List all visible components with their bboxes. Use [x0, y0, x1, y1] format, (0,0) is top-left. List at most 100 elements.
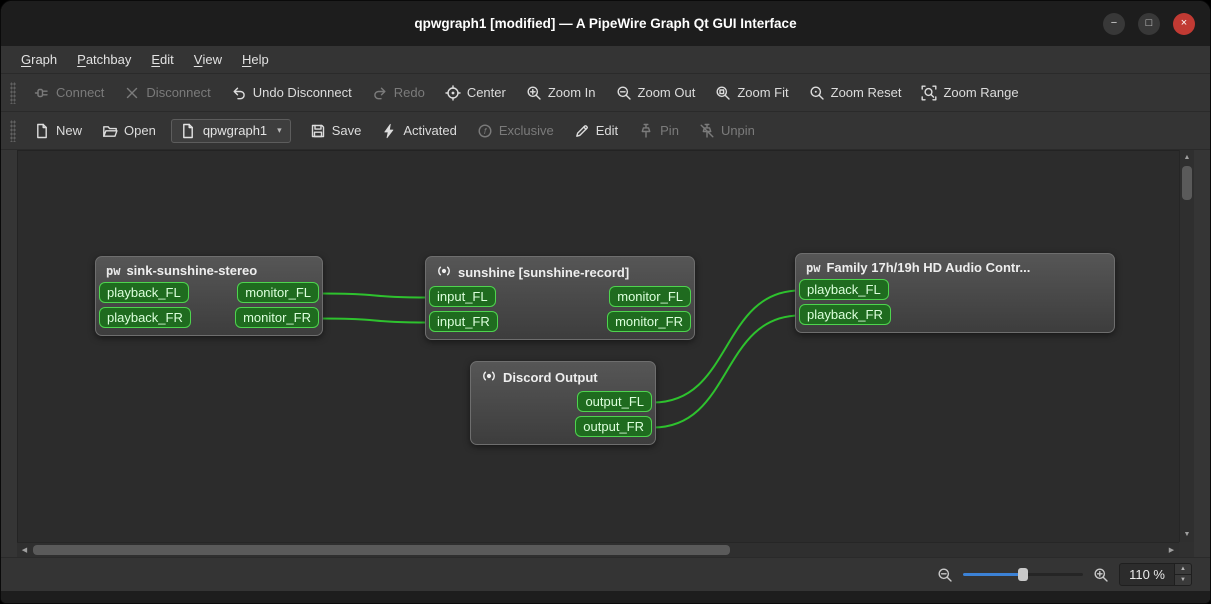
close-icon: ×	[1180, 17, 1188, 29]
patchbay-file-icon	[180, 123, 196, 139]
maximize-button[interactable]: □	[1138, 12, 1160, 35]
scroll-down-icon[interactable]: ▼	[1180, 527, 1194, 542]
zoom-range-button[interactable]: Zoom Range	[912, 80, 1027, 106]
edit-icon	[574, 123, 590, 139]
toolbar-drag-handle[interactable]	[10, 81, 16, 104]
close-button[interactable]: ×	[1173, 12, 1195, 35]
open-label: Open	[124, 123, 156, 138]
port-output-fl[interactable]: output_FL	[577, 391, 652, 412]
svg-text:f: f	[484, 125, 488, 135]
connect-button: Connect	[25, 80, 113, 106]
node-sunshine[interactable]: sunshine [sunshine-record] input_FL monito…	[425, 256, 695, 340]
pin-label: Pin	[660, 123, 679, 138]
connect-icon	[34, 85, 50, 101]
center-button[interactable]: Center	[436, 80, 515, 106]
edit-button[interactable]: Edit	[565, 118, 627, 144]
zoom-reset-button[interactable]: Zoom Reset	[800, 80, 911, 106]
undo-disconnect-button[interactable]: Undo Disconnect	[222, 80, 361, 106]
redo-icon	[372, 85, 388, 101]
disconnect-button: Disconnect	[115, 80, 219, 106]
scroll-up-icon[interactable]: ▲	[1180, 150, 1194, 165]
save-icon	[310, 123, 326, 139]
port-playback-fr[interactable]: playback_FR	[99, 307, 191, 328]
node-header: sunshine [sunshine-record]	[426, 257, 694, 285]
port-playback-fl[interactable]: playback_FL	[799, 279, 889, 300]
zoom-fit-button[interactable]: Zoom Fit	[706, 80, 797, 106]
save-button[interactable]: Save	[301, 118, 371, 144]
activated-icon	[381, 123, 397, 139]
zoom-out-button[interactable]: Zoom Out	[607, 80, 705, 106]
save-label: Save	[331, 123, 362, 138]
port-monitor-fl[interactable]: monitor_FL	[609, 286, 691, 307]
node-header: Discord Output	[471, 362, 655, 390]
activated-label: Activated	[403, 123, 457, 138]
patchbay-combo[interactable]: qpwgraph1 ▾	[170, 118, 291, 143]
menu-patchbay[interactable]: Patchbay	[67, 46, 141, 73]
redo-label: Redo	[393, 85, 425, 100]
zoom-range-label: Zoom Range	[943, 85, 1019, 100]
activated-button[interactable]: Activated	[372, 118, 465, 144]
port-playback-fl[interactable]: playback_FL	[99, 282, 189, 303]
menu-graph[interactable]: Graph	[11, 46, 67, 73]
node-title: Discord Output	[503, 370, 598, 385]
disconnect-icon	[124, 85, 140, 101]
new-button[interactable]: New	[25, 118, 91, 144]
zoom-slider-thumb[interactable]	[1018, 568, 1029, 581]
port-monitor-fr[interactable]: monitor_FR	[607, 311, 691, 332]
zoom-in-button[interactable]: Zoom In	[517, 80, 605, 106]
menu-view[interactable]: View	[184, 46, 232, 73]
titlebar[interactable]: qpwgraph1 [modified] — A PipeWire Graph …	[1, 1, 1210, 46]
open-icon	[102, 123, 118, 139]
pipewire-icon: pw	[806, 260, 821, 275]
toolbar-drag-handle[interactable]	[10, 119, 16, 142]
maximize-icon: □	[1145, 17, 1153, 29]
port-playback-fr[interactable]: playback_FR	[799, 304, 891, 325]
vertical-scrollbar[interactable]: ▲ ▼	[1179, 150, 1194, 542]
port-input-fl[interactable]: input_FL	[429, 286, 496, 307]
spin-buttons: ▲ ▼	[1174, 564, 1191, 585]
disconnect-label: Disconnect	[146, 85, 211, 100]
zoom-reset-label: Zoom Reset	[830, 85, 902, 100]
exclusive-button: f Exclusive	[468, 118, 563, 144]
minimize-button[interactable]: −	[1103, 12, 1125, 35]
undo-icon	[231, 85, 247, 101]
port-output-fr[interactable]: output_FR	[575, 416, 652, 437]
node-title: sunshine [sunshine-record]	[458, 265, 630, 280]
scroll-right-icon[interactable]: ▶	[1164, 543, 1179, 557]
media-icon	[436, 263, 452, 282]
menu-help[interactable]: Help	[232, 46, 279, 73]
zoom-slider[interactable]	[963, 566, 1084, 583]
chevron-down-icon: ▾	[277, 125, 282, 135]
canvas-frame: pw sink-sunshine-stereo playback_FL monitor…	[1, 150, 1210, 557]
node-sink-sunshine-stereo[interactable]: pw sink-sunshine-stereo playback_FLmonitor…	[95, 256, 323, 336]
node-family-hd-audio[interactable]: pw Family 17h/19h HD Audio Contr... playba…	[795, 253, 1115, 333]
node-discord-output[interactable]: Discord Output output_FL output_FR	[470, 361, 656, 445]
port-monitor-fr[interactable]: monitor_FR	[235, 307, 319, 328]
horizontal-scrollbar[interactable]: ◀ ▶	[17, 542, 1179, 557]
zoom-out-button[interactable]	[937, 567, 953, 583]
new-label: New	[56, 123, 83, 138]
vertical-scrollbar-thumb[interactable]	[1182, 166, 1192, 200]
statusbar: 110 % ▲ ▼	[1, 557, 1210, 591]
scroll-left-icon[interactable]: ◀	[17, 543, 32, 557]
unpin-label: Unpin	[720, 123, 755, 138]
graph-canvas[interactable]: pw sink-sunshine-stereo playback_FL monitor…	[17, 150, 1179, 542]
spin-down-button[interactable]: ▼	[1175, 574, 1191, 585]
unpin-button: Unpin	[690, 118, 764, 144]
edit-label: Edit	[595, 123, 619, 138]
minimize-icon: −	[1110, 17, 1118, 29]
zoom-in-button[interactable]	[1093, 567, 1109, 583]
open-button[interactable]: Open	[93, 118, 165, 144]
horizontal-scrollbar-thumb[interactable]	[33, 545, 731, 555]
zoom-out-icon	[616, 85, 632, 101]
node-header: pw Family 17h/19h HD Audio Contr...	[796, 254, 1114, 278]
node-header: pw sink-sunshine-stereo	[96, 257, 322, 281]
exclusive-icon: f	[477, 123, 493, 139]
menu-edit[interactable]: Edit	[141, 46, 183, 73]
zoom-fit-icon	[715, 85, 731, 101]
port-monitor-fl[interactable]: monitor_FL	[237, 282, 319, 303]
toolbar-file: New Open qpwgraph1 ▾ Save Activated f Exclusive…	[1, 112, 1210, 150]
zoom-spinbox[interactable]: 110 % ▲ ▼	[1119, 563, 1192, 586]
spin-up-button[interactable]: ▲	[1175, 564, 1191, 574]
port-input-fr[interactable]: input_FR	[429, 311, 498, 332]
